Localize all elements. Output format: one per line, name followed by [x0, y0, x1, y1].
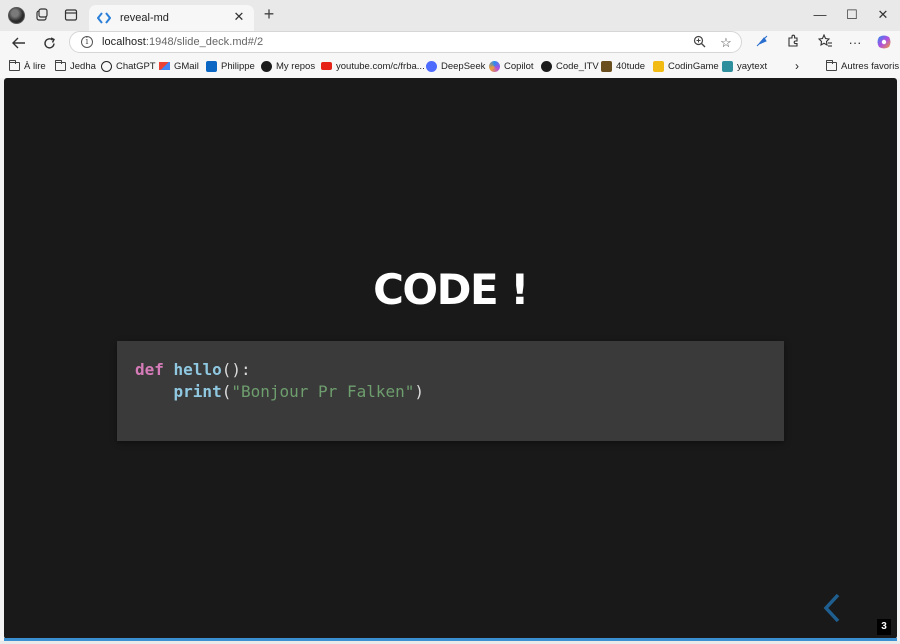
- tab-actions-icon[interactable]: [63, 7, 79, 23]
- tab-reveal-md[interactable]: reveal-md ✕: [89, 5, 254, 31]
- code-content: def hello(): print("Bonjour Pr Falken"): [135, 359, 424, 403]
- maximize-button[interactable]: ☐: [842, 6, 862, 24]
- navigation-bar: i localhost:1948/slide_deck.md#/2 ☆ ···: [0, 31, 900, 54]
- bookmark-label: Jedha: [70, 60, 96, 72]
- chatgpt-icon: [101, 60, 112, 72]
- bookmark-label: My repos: [276, 60, 316, 72]
- code-block: def hello(): print("Bonjour Pr Falken"): [117, 341, 784, 441]
- copilot-icon[interactable]: [875, 34, 893, 52]
- bookmark-philippe[interactable]: Philippe: [206, 59, 255, 73]
- bookmark-label: youtube.com/c/frba...: [336, 60, 425, 72]
- slide-number: 3: [877, 619, 891, 635]
- site-info-icon[interactable]: i: [81, 36, 93, 48]
- bookmark-label: 40tude: [616, 60, 646, 72]
- yaytext-icon: [722, 60, 733, 72]
- bookmark-label: Copilot: [504, 60, 534, 72]
- bookmark-chatgpt[interactable]: ChatGPT: [101, 59, 156, 73]
- code-function-name: hello: [173, 360, 222, 379]
- folder-icon: [55, 59, 66, 71]
- back-button[interactable]: [9, 33, 29, 53]
- tab-strip: reveal-md ✕ + — ☐ ✕: [0, 0, 900, 31]
- folder-icon: [826, 59, 837, 71]
- folder-icon: [9, 59, 20, 71]
- code-paren-close: ): [414, 382, 425, 401]
- bookmark-label: yaytext: [737, 60, 768, 72]
- close-tab-icon[interactable]: ✕: [232, 10, 246, 24]
- code-keyword: def: [135, 360, 164, 379]
- bookmark-label: À lire: [24, 60, 46, 72]
- bookmark-other-favorites[interactable]: Autres favoris: [826, 59, 899, 73]
- bookmark-codingame[interactable]: CodinGame: [653, 59, 719, 73]
- code-builtin: print: [173, 382, 222, 401]
- bookmark-40tude[interactable]: 40tude: [601, 59, 645, 73]
- url-host: localhost: [102, 36, 146, 48]
- slide-title: CODE !: [373, 265, 529, 314]
- deepseek-icon: [426, 60, 437, 72]
- close-window-button[interactable]: ✕: [873, 6, 893, 24]
- codingame-icon: [653, 60, 664, 72]
- bookmark-youtube[interactable]: youtube.com/c/frba...: [321, 59, 425, 73]
- bookmark-yaytext[interactable]: yaytext: [722, 59, 767, 73]
- bookmark-my-repos[interactable]: My repos: [261, 59, 315, 73]
- github-icon: [541, 60, 552, 72]
- extension-feather-icon[interactable]: [753, 34, 771, 52]
- bookmark-label: GMail: [174, 60, 199, 72]
- more-bookmarks-chevron-icon[interactable]: ›: [795, 59, 799, 73]
- bookmark-label: Philippe: [221, 60, 255, 72]
- bookmark-deepseek[interactable]: DeepSeek: [426, 59, 485, 73]
- page-viewport: CODE ! def hello(): print("Bonjour Pr Fa…: [4, 78, 897, 639]
- copilot-icon: [489, 60, 500, 72]
- bookmark-code-itv[interactable]: Code_ITV: [541, 59, 599, 73]
- youtube-icon: [321, 62, 332, 70]
- more-options-icon[interactable]: ···: [846, 34, 864, 52]
- code-string: "Bonjour Pr Falken": [231, 382, 415, 401]
- bookmarks-bar: À lire Jedha ChatGPT GMail Philippe My r…: [0, 54, 900, 78]
- profile-avatar[interactable]: [8, 7, 25, 24]
- favorites-icon[interactable]: [816, 33, 834, 52]
- favorite-star-icon[interactable]: ☆: [718, 35, 734, 51]
- address-url[interactable]: localhost:1948/slide_deck.md#/2: [102, 36, 263, 48]
- bookmark-label: Autres favoris: [841, 60, 900, 72]
- zoom-icon[interactable]: [691, 35, 707, 51]
- bookmark-label: DeepSeek: [441, 60, 486, 72]
- bookmark-a-lire[interactable]: À lire: [9, 59, 46, 73]
- reveal-favicon-icon: [97, 11, 111, 25]
- code-punctuation: ():: [221, 360, 251, 379]
- url-path: :1948/slide_deck.md#/2: [145, 36, 264, 48]
- workspaces-icon[interactable]: [34, 7, 50, 23]
- previous-slide-arrow-icon[interactable]: [822, 593, 842, 623]
- refresh-button[interactable]: [39, 33, 59, 53]
- code-paren-open: (: [221, 382, 232, 401]
- linkedin-icon: [206, 60, 217, 72]
- bookmark-label: ChatGPT: [116, 60, 156, 72]
- bookmark-label: CodinGame: [668, 60, 719, 72]
- github-icon: [261, 60, 272, 72]
- new-tab-button[interactable]: +: [260, 5, 278, 24]
- bookmark-label: Code_ITV: [556, 60, 599, 72]
- site-icon: [601, 60, 612, 72]
- bookmark-jedha[interactable]: Jedha: [55, 59, 96, 73]
- tab-title: reveal-md: [120, 12, 169, 24]
- bookmark-gmail[interactable]: GMail: [159, 59, 199, 73]
- address-bar[interactable]: i localhost:1948/slide_deck.md#/2 ☆: [69, 31, 742, 53]
- gmail-icon: [159, 62, 170, 70]
- minimize-button[interactable]: —: [810, 6, 830, 24]
- extensions-puzzle-icon[interactable]: [784, 34, 802, 52]
- bookmark-copilot[interactable]: Copilot: [489, 59, 534, 73]
